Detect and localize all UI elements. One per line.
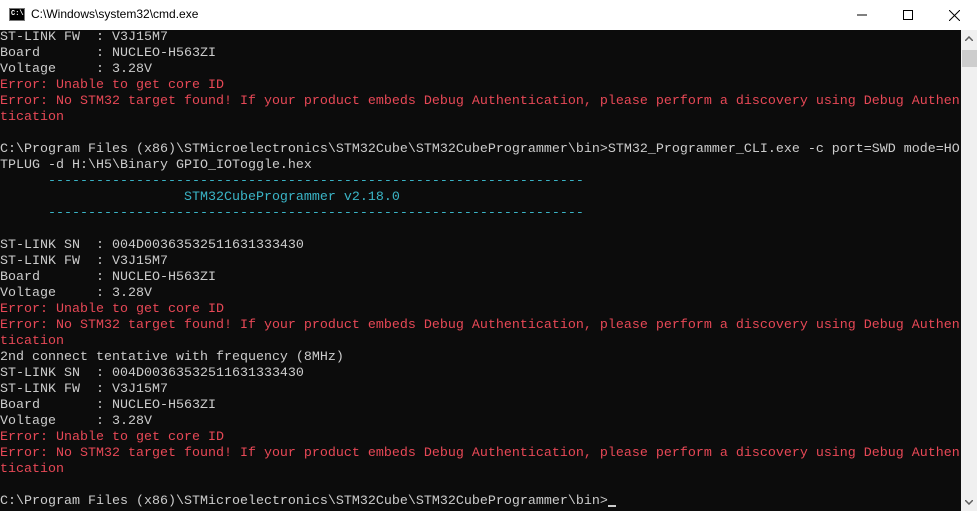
- console-output[interactable]: ST-LINK FW : V3J15M7 Board : NUCLEO-H563…: [0, 30, 961, 511]
- close-icon: [948, 9, 960, 21]
- console-line: ST-LINK SN : 004D00363532511631333430: [0, 366, 304, 381]
- title-bar[interactable]: C:\ C:\Windows\system32\cmd.exe: [0, 0, 977, 30]
- error-line: Error: No STM32 target found! If your pr…: [0, 94, 960, 109]
- error-line: Error: Unable to get core ID: [0, 302, 224, 317]
- console-line: 2nd connect tentative with frequency (8M…: [0, 350, 344, 365]
- console-line: Board : NUCLEO-H563ZI: [0, 46, 216, 61]
- command-line: C:\Program Files (x86)\STMicroelectronic…: [0, 142, 960, 157]
- command-line: TPLUG -d H:\H5\Binary GPIO_IOToggle.hex: [0, 158, 312, 173]
- banner-title: STM32CubeProgrammer v2.18.0: [0, 190, 400, 205]
- scroll-up-button[interactable]: [961, 30, 977, 47]
- console-line: Voltage : 3.28V: [0, 286, 152, 301]
- scroll-down-button[interactable]: [961, 494, 977, 511]
- console-line: ST-LINK FW : V3J15M7: [0, 382, 168, 397]
- console-line: ST-LINK FW : V3J15M7: [0, 254, 168, 269]
- console-line: Voltage : 3.28V: [0, 414, 152, 429]
- cmd-app-icon[interactable]: C:\: [9, 8, 25, 21]
- chevron-up-icon: [965, 36, 973, 41]
- console-line: ST-LINK SN : 004D00363532511631333430: [0, 238, 304, 253]
- prompt-text: C:\Program Files (x86)\STMicroelectronic…: [0, 494, 608, 509]
- banner-divider: ----------------------------------------…: [0, 206, 584, 221]
- error-line: Error: Unable to get core ID: [0, 78, 224, 93]
- error-line: Error: No STM32 target found! If your pr…: [0, 446, 960, 461]
- window-title: C:\Windows\system32\cmd.exe: [31, 7, 199, 21]
- scrollbar-thumb[interactable]: [962, 50, 977, 67]
- error-line: Error: Unable to get core ID: [0, 430, 224, 445]
- error-line: tication: [0, 462, 64, 477]
- error-line: tication: [0, 110, 64, 125]
- close-button[interactable]: [931, 0, 977, 30]
- chevron-down-icon: [965, 500, 973, 505]
- maximize-icon: [903, 10, 913, 20]
- error-line: Error: No STM32 target found! If your pr…: [0, 318, 960, 333]
- error-line: tication: [0, 334, 64, 349]
- console-line: Board : NUCLEO-H563ZI: [0, 270, 216, 285]
- console-line: Board : NUCLEO-H563ZI: [0, 398, 216, 413]
- minimize-button[interactable]: [839, 0, 885, 30]
- minimize-icon: [857, 14, 867, 16]
- vertical-scrollbar[interactable]: [961, 30, 977, 511]
- console-line: Voltage : 3.28V: [0, 62, 152, 77]
- prompt-line[interactable]: C:\Program Files (x86)\STMicroelectronic…: [0, 494, 961, 510]
- text-cursor: [607, 505, 616, 507]
- console-line: ST-LINK FW : V3J15M7: [0, 30, 168, 45]
- maximize-button[interactable]: [885, 0, 931, 30]
- banner-divider: ----------------------------------------…: [0, 174, 584, 189]
